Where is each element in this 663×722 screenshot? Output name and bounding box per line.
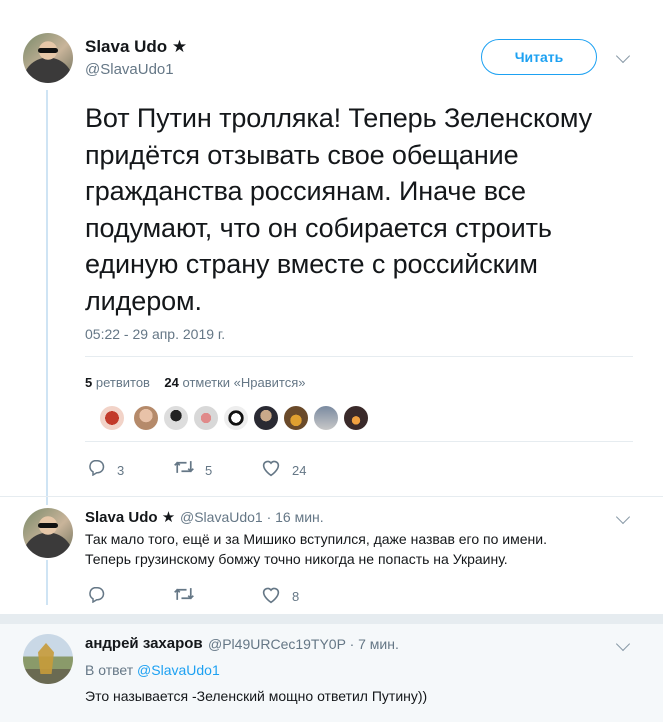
tweet-page: Slava Udo ★ @SlavaUdo1 Читать Вот Путин …: [0, 0, 663, 722]
chevron-down-icon[interactable]: [615, 509, 631, 525]
avatar[interactable]: [253, 405, 279, 431]
thread-connector: [46, 560, 48, 605]
reply-author-name[interactable]: андрей захаров: [85, 635, 203, 652]
like-icon[interactable]: [261, 459, 281, 477]
reply-to-link[interactable]: @SlavaUdo1: [137, 662, 220, 678]
retweet-icon[interactable]: [173, 586, 195, 602]
reply-icon[interactable]: [87, 586, 105, 603]
reply-icon[interactable]: [87, 459, 105, 476]
divider: [85, 441, 633, 442]
retweet-count: 5: [205, 463, 213, 478]
likes-stat[interactable]: 24 отметки «Нравится»: [164, 375, 305, 390]
reply-text: Это называется -Зеленский мощно ответил …: [85, 688, 428, 704]
tweet-text: Вот Путин тролляка! Теперь Зеленскому пр…: [85, 103, 593, 316]
section-separator: [0, 614, 663, 624]
avatar[interactable]: [163, 405, 189, 431]
reply-meta[interactable]: @Pl49URCec19TY0P · 7 мин.: [208, 636, 399, 652]
author-name[interactable]: Slava Udo ★: [85, 37, 187, 57]
avatar[interactable]: [99, 405, 125, 431]
avatar[interactable]: [23, 634, 73, 684]
reply-text-line: Теперь грузинскому бомжу точно никогда н…: [85, 551, 508, 567]
divider: [0, 496, 663, 497]
avatar[interactable]: [23, 33, 73, 83]
like-count: 24: [292, 463, 307, 478]
like-count: 8: [292, 589, 300, 604]
avatar[interactable]: [23, 508, 73, 558]
reply-count: 3: [117, 463, 125, 478]
retweet-icon[interactable]: [173, 459, 195, 475]
author-handle[interactable]: @SlavaUdo1: [85, 61, 174, 78]
replying-to: В ответ @SlavaUdo1: [85, 662, 220, 678]
reply-meta[interactable]: @SlavaUdo1 · 16 мин.: [180, 509, 324, 525]
retweets-stat[interactable]: 5 ретвитов: [85, 375, 150, 390]
reply-text-line: Так мало того, ещё и за Мишико вступился…: [85, 531, 547, 547]
avatar[interactable]: [343, 405, 369, 431]
avatar[interactable]: [193, 405, 219, 431]
tweet-stats: 5 ретвитов 24 отметки «Нравится»: [85, 375, 306, 390]
like-icon[interactable]: [261, 586, 281, 604]
avatar[interactable]: [133, 405, 159, 431]
divider: [85, 356, 633, 357]
follow-button[interactable]: Читать: [481, 39, 597, 75]
reply-author-name[interactable]: Slava Udo ★: [85, 508, 175, 526]
thread-connector: [46, 90, 48, 505]
avatar[interactable]: [223, 405, 249, 431]
tweet-timestamp[interactable]: 05:22 - 29 апр. 2019 г.: [85, 326, 225, 342]
avatar[interactable]: [313, 405, 339, 431]
avatar[interactable]: [283, 405, 309, 431]
chevron-down-icon[interactable]: [615, 48, 631, 64]
